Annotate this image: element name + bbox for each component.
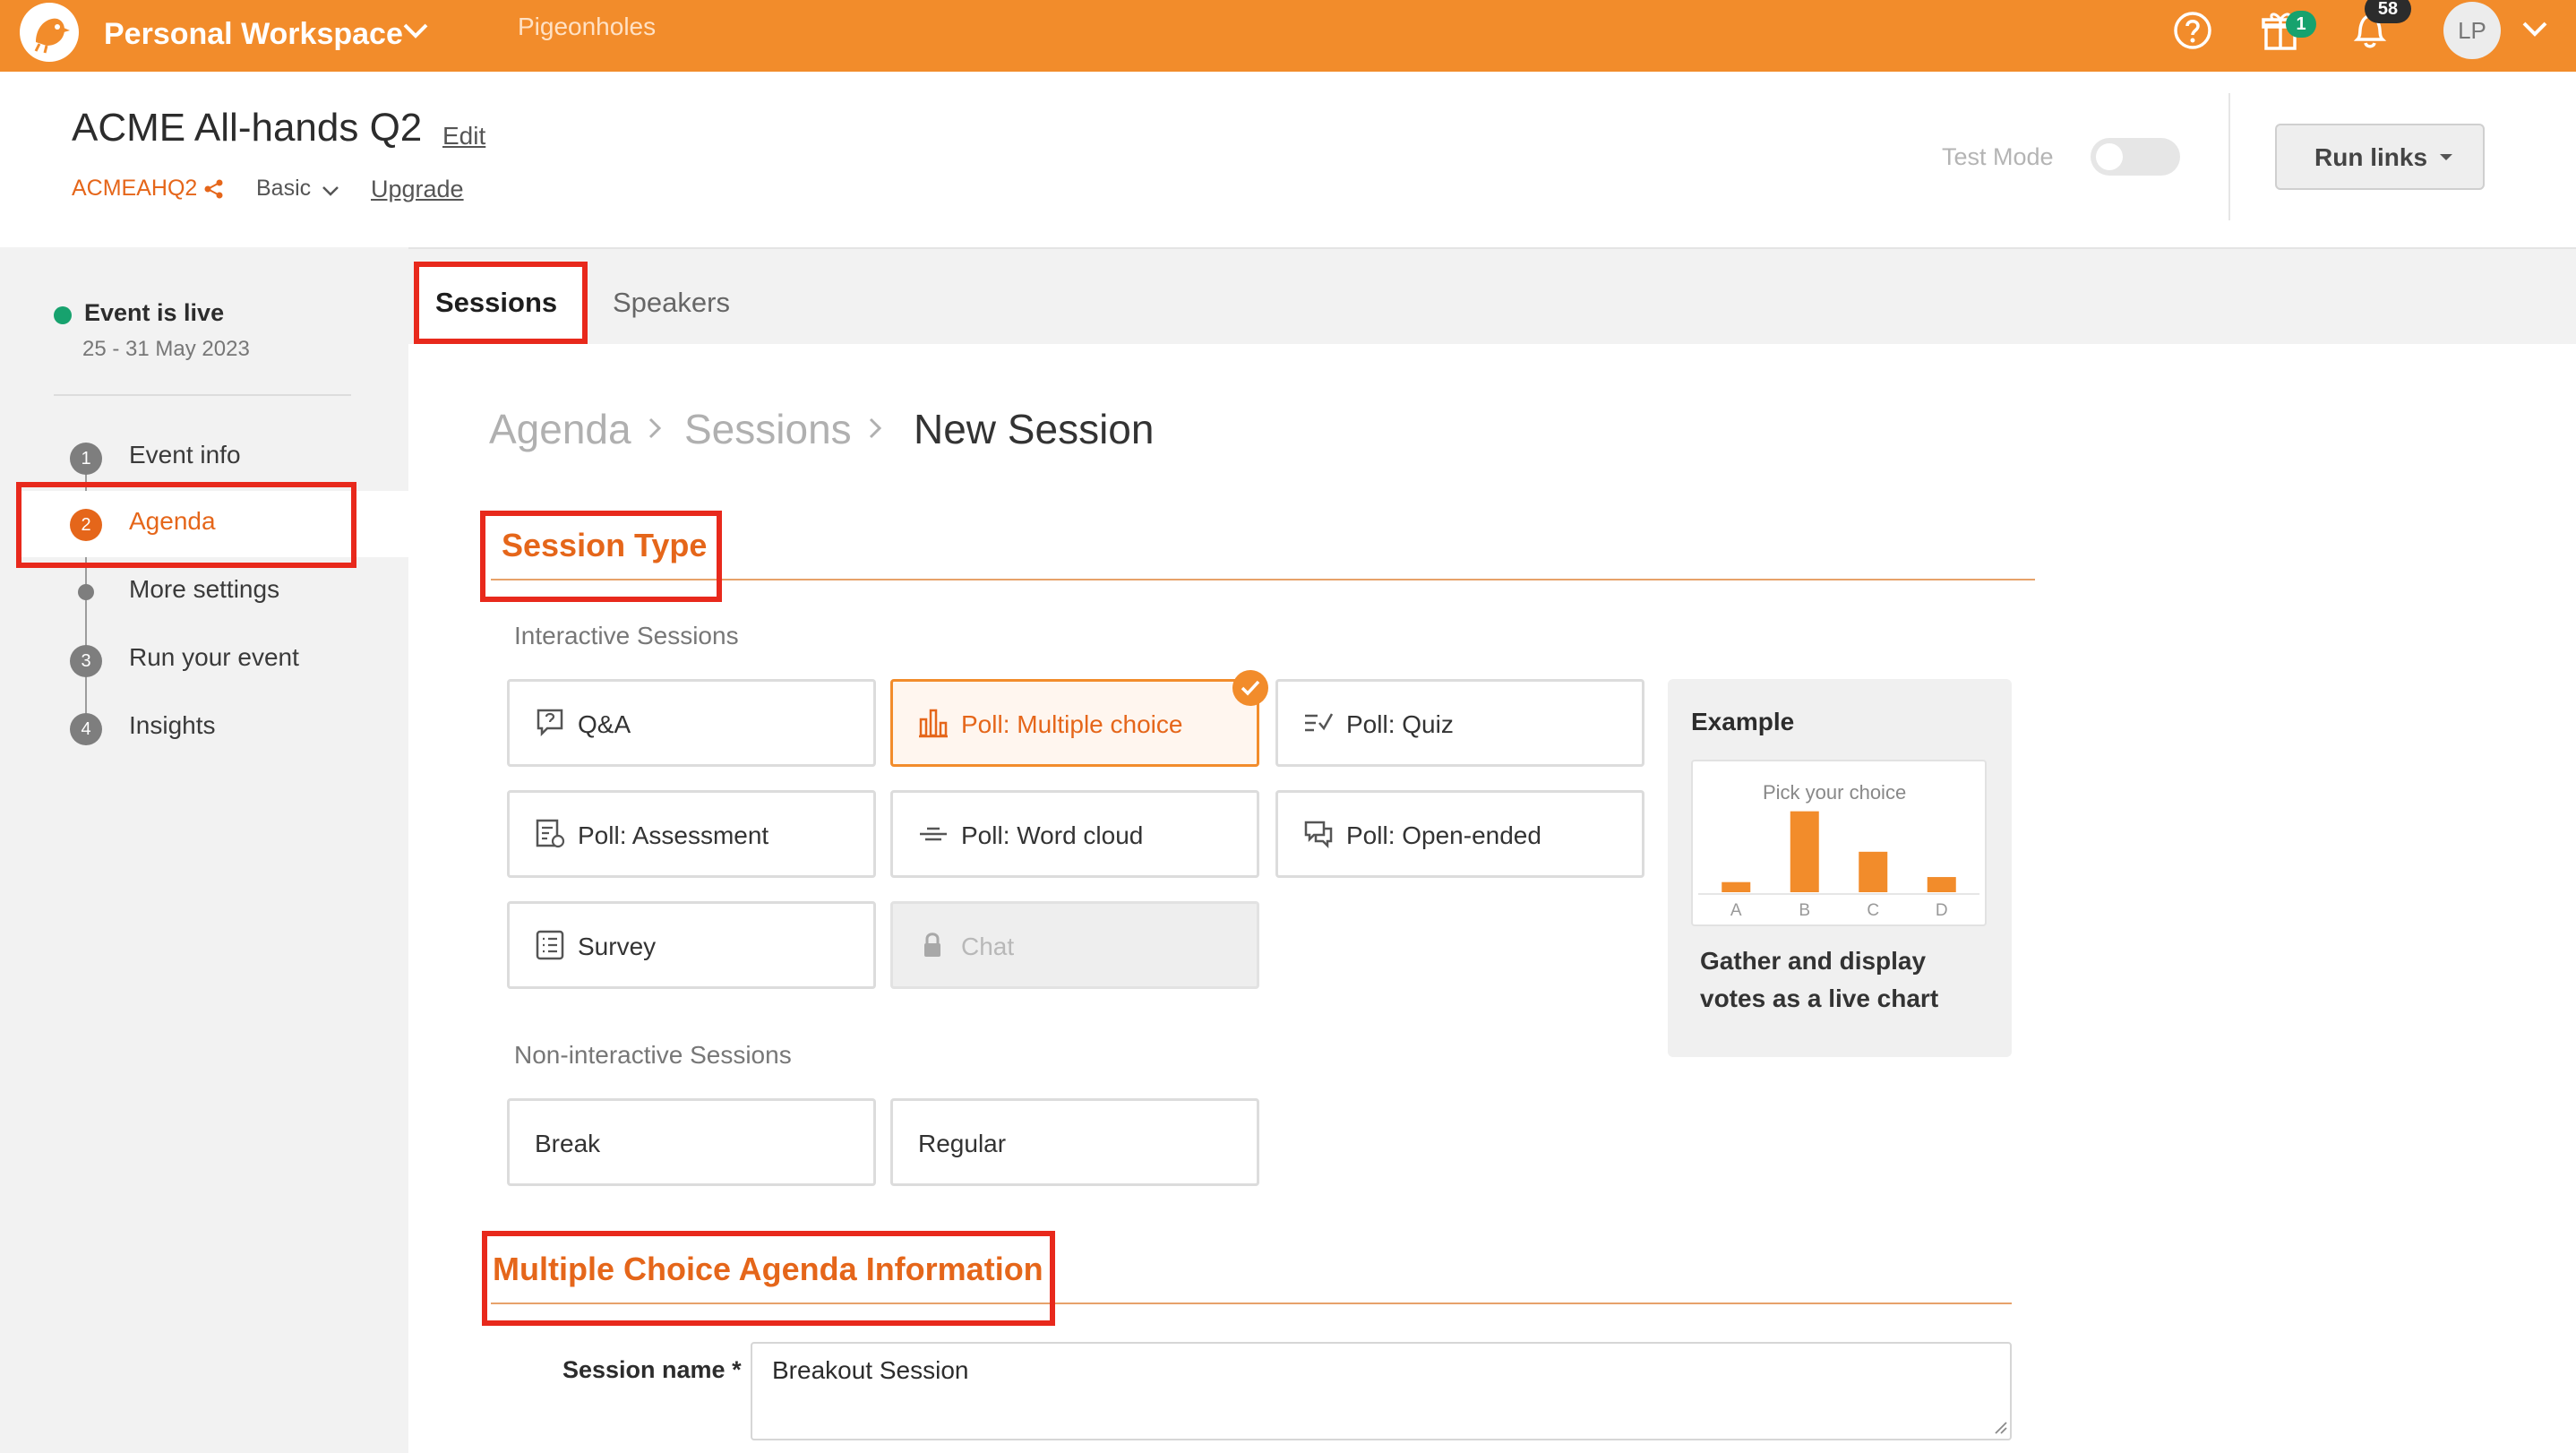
chart-bar-c — [1859, 851, 1888, 892]
chevron-down-icon[interactable] — [398, 13, 434, 48]
chevron-right-icon — [869, 417, 882, 439]
chevron-right-icon — [648, 417, 662, 439]
pigeonhole-logo[interactable] — [20, 3, 79, 62]
breadcrumb-agenda[interactable]: Agenda — [489, 405, 631, 453]
event-title: ACME All-hands Q2 — [72, 106, 423, 150]
chart-tick-label: C — [1867, 901, 1879, 920]
session-type-poll-multiple-choice[interactable]: Poll: Multiple choice — [890, 679, 1259, 767]
session-type-label: Survey — [578, 933, 657, 960]
qa-icon — [537, 709, 563, 737]
example-description: Gather and display votes as a live chart — [1700, 947, 1939, 1012]
session-type-label: Poll: Multiple choice — [961, 710, 1183, 738]
bird-logo-icon — [34, 18, 70, 54]
session-name-label: Session name * — [562, 1356, 742, 1383]
session-type-poll-word-cloud[interactable]: Poll: Word cloud — [890, 790, 1259, 878]
session-type-label: Chat — [961, 933, 1015, 960]
event-code[interactable]: ACMEAHQ2 — [72, 176, 197, 202]
sidebar-divider — [54, 394, 351, 396]
selected-check-icon — [1232, 670, 1268, 706]
run-links-button[interactable]: Run links — [2275, 124, 2485, 190]
upgrade-link[interactable]: Upgrade — [371, 176, 464, 203]
sidebar-item-more-settings[interactable]: More settings — [129, 575, 279, 604]
pigeonholes-link[interactable]: Pigeonholes — [518, 9, 656, 45]
live-status-dot — [54, 306, 72, 324]
sidebar-item-event-info[interactable]: Event info — [129, 441, 241, 469]
chart-bar-d — [1927, 877, 1956, 892]
chart-bar-a — [1722, 881, 1751, 892]
header-divider — [2228, 93, 2230, 220]
session-type-survey[interactable]: Survey — [507, 901, 876, 989]
session-type-label: Poll: Quiz — [1346, 710, 1454, 738]
quiz-icon — [1305, 713, 1334, 732]
session-type-poll-assessment[interactable]: Poll: Assessment — [507, 790, 876, 878]
gift-badge: 1 — [2286, 11, 2316, 38]
breadcrumb-current: New Session — [914, 406, 1155, 452]
help-icon[interactable] — [2168, 5, 2218, 56]
interactive-sessions-label: Interactive Sessions — [514, 622, 739, 649]
annotation-box-sessions-tab — [414, 262, 588, 344]
session-type-label: Regular — [918, 1130, 1007, 1157]
session-type-break[interactable]: Break — [507, 1098, 876, 1186]
chart-tick-label: A — [1730, 901, 1742, 920]
test-mode-toggle[interactable] — [2091, 138, 2180, 176]
sidebar-item-run-your-event[interactable]: Run your event — [129, 643, 299, 672]
chat-bubbles-icon — [1304, 821, 1333, 849]
toggle-knob — [2096, 143, 2123, 170]
annotation-box-agenda-information — [482, 1231, 1055, 1326]
session-type-label: Break — [535, 1130, 601, 1157]
avatar[interactable]: LP — [2443, 2, 2501, 59]
non-interactive-sessions-label: Non-interactive Sessions — [514, 1041, 792, 1069]
step-number: 3 — [70, 645, 102, 677]
survey-icon — [536, 930, 564, 960]
session-type-label: Poll: Assessment — [578, 821, 769, 849]
session-type-label: Poll: Open-ended — [1346, 821, 1541, 849]
chart-tick-label: D — [1936, 901, 1948, 920]
step-number: 4 — [70, 713, 102, 745]
share-icon[interactable] — [202, 177, 226, 201]
session-type-label: Poll: Word cloud — [961, 821, 1144, 849]
lock-icon — [924, 933, 940, 957]
resize-handle-icon[interactable] — [1992, 1419, 2008, 1435]
session-type-poll-open-ended[interactable]: Poll: Open-ended — [1275, 790, 1644, 878]
session-type-qa[interactable]: Q&A — [507, 679, 876, 767]
session-type-chat: Chat — [890, 901, 1259, 989]
event-dates: 25 - 31 May 2023 — [82, 337, 250, 361]
word-cloud-icon — [920, 827, 947, 841]
caret-down-icon — [2440, 154, 2452, 160]
chart-title: Pick your choice — [1763, 781, 1907, 804]
session-type-regular[interactable]: Regular — [890, 1098, 1259, 1186]
session-name-value: Breakout Session — [772, 1356, 969, 1384]
bar-chart-icon — [919, 709, 948, 738]
sidebar-item-insights[interactable]: Insights — [129, 711, 216, 740]
chart-tick-label: B — [1799, 901, 1810, 920]
chart-bar-b — [1790, 811, 1819, 892]
step-number: 1 — [70, 443, 102, 475]
chevron-down-icon[interactable] — [319, 179, 342, 202]
step-dot — [78, 584, 94, 600]
breadcrumb-sessions[interactable]: Sessions — [684, 405, 852, 453]
session-type-rule — [491, 579, 2035, 580]
session-type-label: Q&A — [578, 710, 631, 738]
session-type-poll-quiz[interactable]: Poll: Quiz — [1275, 679, 1644, 767]
workspace-title[interactable]: Personal Workspace — [104, 9, 403, 59]
plan-selector[interactable]: Basic — [256, 176, 311, 202]
example-bar-chart: A B C D — [1698, 811, 1979, 920]
event-status: Event is live — [84, 299, 225, 326]
example-title: Example — [1691, 708, 1795, 735]
sidebar — [0, 247, 408, 1453]
annotation-box-session-type — [480, 511, 722, 602]
notification-badge: 58 — [2365, 0, 2411, 23]
run-links-label: Run links — [2314, 143, 2428, 171]
annotation-box-agenda — [16, 482, 356, 568]
chevron-down-icon[interactable] — [2517, 11, 2553, 47]
edit-event-link[interactable]: Edit — [442, 122, 485, 150]
assessment-icon — [536, 819, 565, 848]
test-mode-label: Test Mode — [1942, 143, 2054, 170]
tab-speakers[interactable]: Speakers — [613, 287, 730, 319]
